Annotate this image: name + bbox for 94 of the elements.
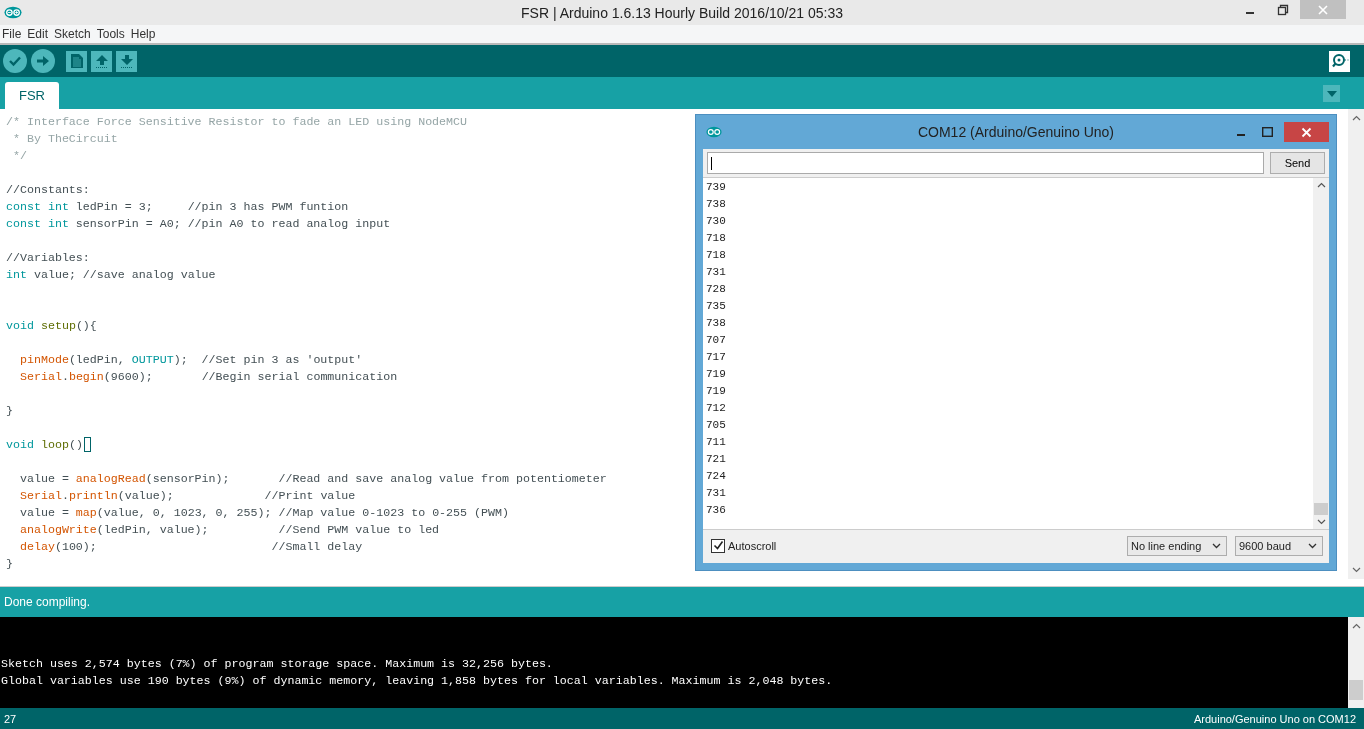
save-button[interactable] — [116, 50, 137, 72]
serial-output-line: 717 — [706, 350, 726, 365]
code-line: pinMode(ledPin, OUTPUT); //Set pin 3 as 'output' — [18, 352, 363, 368]
close-icon — [1317, 3, 1329, 16]
scroll-thumb[interactable] — [1349, 680, 1363, 700]
new-sketch-button[interactable] — [66, 50, 87, 72]
serial-output-line: 718 — [706, 231, 726, 246]
serial-monitor-button[interactable] — [1329, 50, 1350, 72]
serial-output-line: 739 — [706, 180, 726, 195]
window-title: FSR | Arduino 1.6.13 Hourly Build 2016/10/21 05:33 — [520, 4, 844, 21]
scroll-thumb[interactable] — [1314, 503, 1328, 515]
code-line: //Variables: — [6, 250, 90, 266]
menu-item[interactable]: File — [2, 27, 25, 41]
serial-output-line: 719 — [706, 384, 726, 399]
code-line: const int sensorPin = A0; //pin A0 to read analog input — [6, 216, 391, 232]
serial-output-line: 719 — [706, 367, 726, 382]
menu-item[interactable]: Help — [130, 27, 159, 41]
line-ending-dropdown[interactable]: No line ending — [1127, 535, 1227, 556]
checkmark-icon — [8, 54, 22, 68]
infinity-logo-icon — [706, 126, 722, 138]
console-scrollbar[interactable] — [1348, 617, 1364, 708]
upload-button[interactable] — [31, 49, 55, 73]
code-line: int value; //save analog value — [6, 267, 216, 283]
code-line: } — [6, 403, 13, 419]
code-line: /* Interface Force Sensitive Resistor to fade an LED using NodeMCU — [6, 114, 468, 130]
serial-output-line: 731 — [706, 486, 726, 501]
verify-button[interactable] — [3, 49, 27, 73]
serial-output-line: 724 — [706, 469, 726, 484]
scroll-down-icon[interactable] — [1351, 567, 1361, 573]
down-arrow-icon — [118, 53, 135, 69]
code-line: */ — [12, 148, 27, 164]
serial-output-line: 728 — [706, 282, 726, 297]
serial-output-line: 707 — [706, 333, 726, 348]
baud-rate-dropdown[interactable]: 9600 baud — [1235, 535, 1323, 556]
serial-output-line: 736 — [706, 503, 726, 518]
autoscroll-checkbox[interactable] — [711, 538, 725, 553]
chevron-down-icon — [1212, 542, 1221, 549]
serial-output-line: 721 — [706, 452, 726, 467]
open-button[interactable] — [91, 50, 112, 72]
status-message: Done compiling. — [4, 595, 91, 609]
board-port-label: Arduino/Genuino Uno on COM12 — [1193, 712, 1356, 725]
serial-output-line: 738 — [706, 197, 726, 212]
code-line: analogWrite(ledPin, value); //Send PWM value to led — [18, 522, 440, 538]
tab-menu-button[interactable] — [1323, 85, 1340, 102]
menu-item[interactable]: Tools — [96, 27, 128, 41]
up-arrow-icon — [93, 53, 110, 69]
editor-scrollbar[interactable] — [1348, 109, 1364, 579]
code-line: void setup(){ — [6, 318, 97, 334]
menu-item[interactable]: Sketch — [54, 27, 94, 41]
serial-output-line: 718 — [706, 248, 726, 263]
code-line: } — [6, 556, 13, 572]
code-line: value = map(value, 0, 1023, 0, 255); //Map value 0-1023 to 0-255 (PWM) — [18, 505, 509, 521]
minimize-icon — [1237, 134, 1245, 136]
infinity-logo-icon — [4, 6, 22, 19]
window-title: COM12 (Arduino/Genuino Uno) — [916, 124, 1116, 140]
checkmark-icon — [712, 540, 724, 551]
checkbox-label: Autoscroll — [728, 539, 777, 552]
menu-item[interactable]: Edit — [27, 27, 52, 41]
serial-output-line: 735 — [706, 299, 726, 314]
output-scrollbar[interactable] — [1313, 178, 1329, 529]
input-field[interactable] — [707, 152, 1264, 174]
right-arrow-icon — [36, 54, 50, 68]
close-icon — [1301, 126, 1312, 138]
console-line: Global variables use 190 bytes (9%) of dynamic memory, leaving 1,858 bytes for local variables. Maximum is 2,048 bytes. — [1, 673, 833, 689]
code-line: value = analogRead(sensorPin); //Read and save analog value from potentiometer — [18, 471, 607, 487]
serial-output-line: 731 — [706, 265, 726, 280]
close-button[interactable] — [1284, 122, 1329, 142]
code-line: delay(100); //Small delay — [18, 539, 363, 555]
scroll-up-icon[interactable] — [1351, 115, 1361, 121]
caret-icon — [1326, 90, 1337, 97]
code-line: Serial.begin(9600); //Begin serial communication — [18, 369, 398, 385]
minimize-icon — [1245, 11, 1254, 14]
scroll-up-icon[interactable] — [1316, 182, 1326, 188]
code-line: //Constants: — [6, 182, 90, 198]
scroll-down-icon[interactable] — [1316, 519, 1326, 525]
maximize-icon — [1261, 127, 1273, 137]
serial-output-line: 730 — [706, 214, 726, 229]
code-line: Serial.println(value); //Print value — [18, 488, 356, 504]
serial-output-line: 705 — [706, 418, 726, 433]
send-button[interactable]: Send — [1270, 152, 1325, 174]
document-icon — [69, 53, 84, 69]
serial-output-line: 738 — [706, 316, 726, 331]
console-line: Sketch uses 2,574 bytes (7%) of program storage space. Maximum is 32,256 bytes. — [1, 656, 553, 672]
line-number: 27 — [4, 712, 17, 725]
restore-icon — [1276, 3, 1289, 16]
code-line: void loop() — [6, 437, 83, 453]
serial-output-line: 711 — [706, 435, 726, 450]
magnifier-icon — [1329, 53, 1350, 69]
scroll-up-icon[interactable] — [1351, 623, 1361, 629]
sketch-tab[interactable]: FSR — [5, 82, 59, 109]
code-line: const int ledPin = 3; //pin 3 has PWM funtion — [6, 199, 349, 215]
serial-output-line: 712 — [706, 401, 726, 416]
code-line: * By TheCircuit — [12, 131, 118, 147]
chevron-down-icon — [1308, 542, 1317, 549]
